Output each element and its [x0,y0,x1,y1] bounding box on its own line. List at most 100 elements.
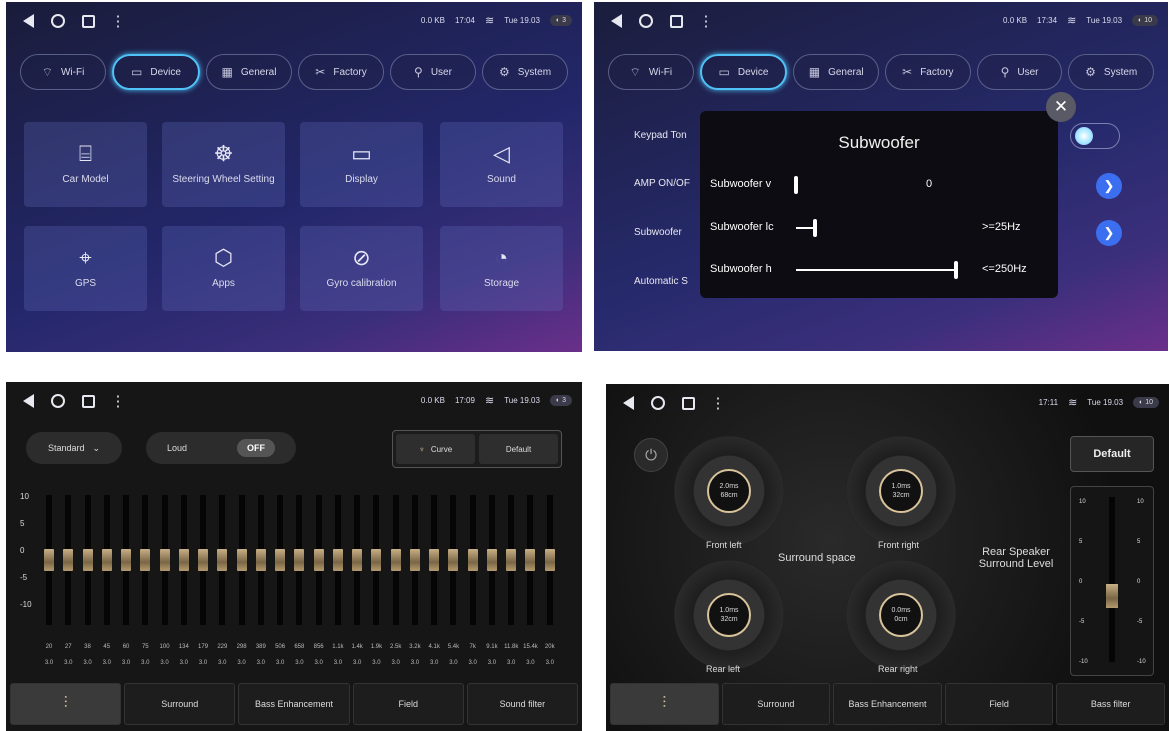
eq-band-slider[interactable] [198,495,209,625]
rear-right-dial[interactable]: 0.0ms 0cm [846,560,956,670]
eq-band-thumb[interactable] [82,549,93,571]
eq-band-slider[interactable] [159,495,170,625]
tab-bassenhancement[interactable]: Bass Enhancement [833,683,942,725]
subwoofer-high-thumb[interactable] [954,261,958,279]
close-icon[interactable]: ✕ [1046,92,1076,122]
rear-left-dial[interactable]: 1.0ms 32cm [674,560,784,670]
recents-icon[interactable] [80,13,96,29]
subwoofer-arrow-button[interactable]: ❯ [1096,220,1122,246]
menu-icon[interactable]: ⋮ [710,395,726,411]
tab-user[interactable]: ⚲ User [976,54,1063,90]
default-button[interactable]: Default [479,434,558,464]
tile-steering-wheel[interactable]: ☸ Steering Wheel Setting [162,122,285,207]
eq-band-slider[interactable] [275,495,286,625]
home-icon[interactable] [650,395,666,411]
eq-band-slider[interactable] [390,495,401,625]
tab-wifi[interactable]: ⌔ Wi-Fi [20,54,106,90]
home-icon[interactable] [50,393,66,409]
curve-button[interactable]: ♆ Curve [396,434,475,464]
eq-band-thumb[interactable] [159,549,170,571]
rear-level-slider[interactable]: 10 10 5 5 0 0 -5 -5 -10 -10 [1070,486,1154,676]
tab-surround[interactable]: Surround [721,683,831,725]
eq-band-thumb[interactable] [217,549,228,571]
tab-system[interactable]: ⚙ System [1068,54,1155,90]
slider-thumb[interactable] [1106,584,1118,608]
eq-band-slider[interactable] [217,495,228,625]
eq-band-thumb[interactable] [275,549,286,571]
tab-general[interactable]: ▦ General [206,54,292,90]
home-icon[interactable] [638,13,654,29]
eq-band-thumb[interactable] [313,549,324,571]
eq-band-thumb[interactable] [140,549,151,571]
menu-icon[interactable]: ⋮ [110,13,126,29]
eq-band-thumb[interactable] [332,549,343,571]
keypad-tone-toggle[interactable] [1070,123,1120,149]
eq-band-thumb[interactable] [371,549,382,571]
eq-band-thumb[interactable] [352,549,363,571]
tab-field[interactable]: Field [352,683,464,725]
subwoofer-low-thumb[interactable] [813,219,818,237]
eq-band-slider[interactable] [236,495,247,625]
eq-band-slider[interactable] [332,495,343,625]
eq-band-slider[interactable] [429,495,440,625]
tab-system[interactable]: ⚙ System [482,54,568,90]
eq-band-slider[interactable] [506,495,517,625]
equalizer-tab[interactable]: ⫶ [610,683,719,725]
tab-soundfilter[interactable]: Sound filter [466,683,579,725]
eq-band-thumb[interactable] [63,549,74,571]
tab-bassfilter[interactable]: Bass filter [1056,683,1165,725]
eq-band-thumb[interactable] [236,549,247,571]
front-left-dial[interactable]: 2.0ms 68cm [674,436,784,546]
tab-factory[interactable]: ✂ Factory [298,54,384,90]
eq-band-slider[interactable] [409,495,420,625]
tab-wifi[interactable]: ⌔ Wi-Fi [608,54,694,90]
default-button[interactable]: Default [1070,436,1154,472]
volume-pill[interactable]: ◐ 3 [549,15,572,26]
eq-band-slider[interactable] [467,495,478,625]
power-icon[interactable]: ⏻ [634,438,668,472]
eq-band-thumb[interactable] [544,549,555,571]
tab-user[interactable]: ⚲ User [390,54,476,90]
recents-icon[interactable] [80,393,96,409]
menu-icon[interactable]: ⋮ [698,13,714,29]
eq-band-slider[interactable] [352,495,363,625]
volume-pill[interactable]: ◐ 10 [1132,15,1158,26]
eq-band-thumb[interactable] [525,549,536,571]
back-icon[interactable] [620,395,636,411]
tab-surround[interactable]: Surround [124,683,236,725]
eq-band-slider[interactable] [313,495,324,625]
back-icon[interactable] [608,13,624,29]
eq-band-slider[interactable] [448,495,459,625]
loud-toggle[interactable]: OFF [237,439,275,457]
eq-band-thumb[interactable] [486,549,497,571]
back-icon[interactable] [20,393,36,409]
eq-band-slider[interactable] [178,495,189,625]
recents-icon[interactable] [668,13,684,29]
eq-band-thumb[interactable] [121,549,132,571]
eq-band-thumb[interactable] [409,549,420,571]
eq-band-thumb[interactable] [255,549,266,571]
tile-sound[interactable]: ◁ Sound [440,122,563,207]
eq-band-slider[interactable] [486,495,497,625]
tab-device[interactable]: ▭ Device [699,54,788,90]
back-icon[interactable] [20,13,36,29]
eq-band-slider[interactable] [140,495,151,625]
amp-arrow-button[interactable]: ❯ [1096,173,1122,199]
subwoofer-volume-thumb[interactable] [794,176,798,194]
eq-band-slider[interactable] [525,495,536,625]
eq-band-thumb[interactable] [101,549,112,571]
menu-icon[interactable]: ⋮ [110,393,126,409]
tab-general[interactable]: ▦ General [793,54,880,90]
recents-icon[interactable] [680,395,696,411]
eq-band-thumb[interactable] [506,549,517,571]
eq-band-slider[interactable] [101,495,112,625]
volume-pill[interactable]: ◐ 10 [1133,397,1159,408]
eq-band-slider[interactable] [44,495,54,625]
tab-bassenhancement[interactable]: Bass Enhancement [238,683,350,725]
eq-band-slider[interactable] [63,495,74,625]
tile-gyro-calibration[interactable]: ⊘ Gyro calibration [300,226,423,311]
eq-band-thumb[interactable] [467,549,478,571]
front-right-dial[interactable]: 1.0ms 32cm [846,436,956,546]
preset-dropdown[interactable]: Standard ⌄ [26,432,122,464]
tile-gps[interactable]: ⌖ GPS [24,226,147,311]
